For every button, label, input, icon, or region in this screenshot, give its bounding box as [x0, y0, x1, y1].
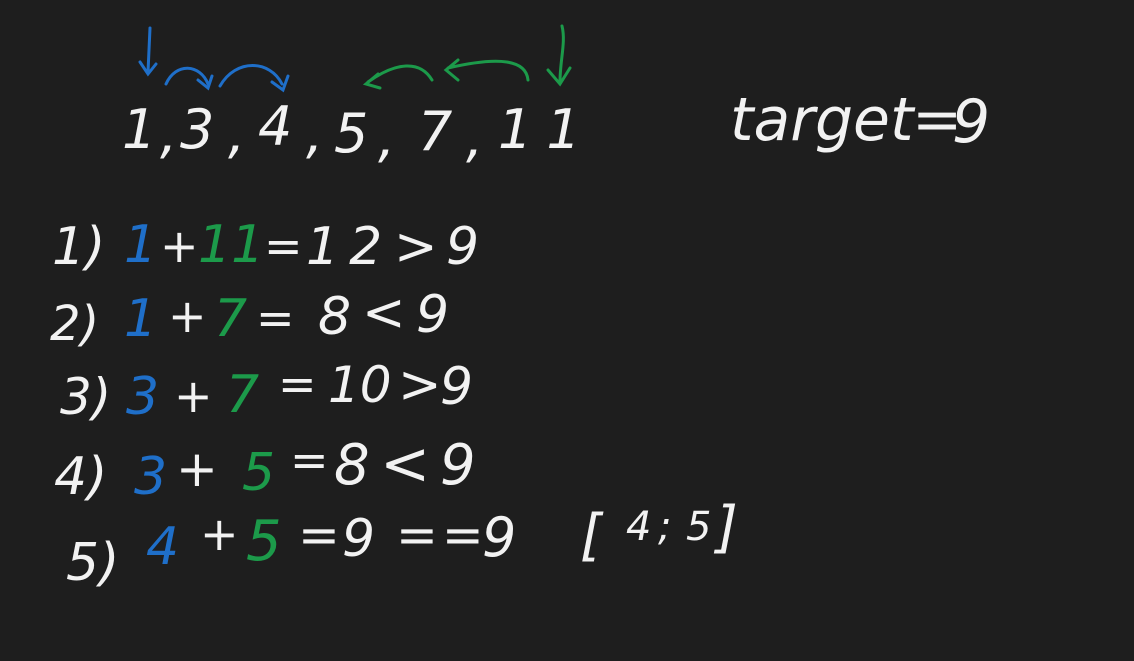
array-item-3: 4: [258, 95, 292, 158]
plus-sign: +: [174, 369, 213, 423]
plus-sign: +: [168, 289, 207, 343]
array-comma: ,: [306, 102, 323, 165]
equals-sign: =: [278, 357, 317, 411]
target-value: 9: [952, 87, 990, 157]
target-value: 9: [440, 433, 476, 498]
sum-value: 8: [334, 433, 370, 498]
left-pointer-down-arrow: [138, 26, 158, 77]
left-pointer-move-arrow-1: [164, 66, 214, 91]
left-pointer-arrows: [138, 26, 290, 93]
sum-value: 12: [306, 217, 392, 277]
right-pointer-down-arrow: [546, 24, 572, 87]
target-value: 9: [446, 217, 479, 277]
array-comma: ,: [228, 102, 245, 165]
array-item-1: 1: [122, 98, 156, 161]
step-3: 3) 3 + 7 = 10 > 9: [60, 355, 473, 427]
answer-open-bracket: [: [580, 503, 604, 568]
plus-sign: +: [176, 440, 218, 498]
array-comma: ,: [466, 106, 483, 169]
array-comma: ,: [160, 102, 177, 165]
target-label: target = 9: [730, 85, 990, 157]
comparison-sign: ==: [396, 506, 488, 564]
array-item-4: 5: [334, 102, 368, 165]
right-pointer-move-arrow-2: [362, 64, 434, 90]
right-operand: 5: [246, 509, 282, 574]
array-item-6: 11: [498, 98, 595, 161]
answer-separator: ;: [658, 504, 671, 550]
step-2: 2) 1 + 7 = 8 < 9: [50, 283, 449, 352]
step-4: 4) 3 + 5 = 8 < 9: [54, 429, 476, 507]
target-word: target: [730, 85, 916, 155]
target-value: 9: [416, 285, 449, 345]
left-operand: 3: [126, 367, 159, 427]
answer-close-bracket: ]: [713, 495, 738, 560]
equals-sign: =: [264, 219, 303, 273]
left-operand: 3: [134, 447, 167, 507]
sum-value: 8: [318, 287, 351, 347]
array-item-5: 7: [418, 100, 452, 163]
plus-sign: +: [160, 219, 199, 273]
target-value: 9: [482, 506, 516, 569]
equals-sign: =: [256, 291, 295, 345]
comparison-sign: >: [398, 355, 442, 415]
answer-first-index: 4: [626, 504, 651, 550]
whiteboard-canvas: 1 , 3 , 4 , 5 , 7 , 11 target = 9 1) 1 +…: [50, 24, 990, 593]
right-operand: 5: [242, 443, 275, 503]
step-number: 1): [52, 217, 105, 277]
comparison-sign: <: [362, 283, 406, 343]
answer-pair: [ 4 ; 5 ]: [580, 495, 738, 568]
comparison-sign: <: [380, 429, 430, 499]
left-operand: 1: [124, 289, 157, 349]
sum-value: 9: [342, 509, 375, 569]
right-operand: 7: [226, 365, 259, 425]
right-pointer-move-arrow-1: [443, 58, 530, 82]
left-operand: 1: [124, 215, 157, 275]
right-operand: 7: [214, 289, 247, 349]
comparison-sign: >: [394, 217, 438, 277]
answer-second-index: 5: [686, 504, 711, 550]
step-number: 5): [66, 533, 119, 593]
sum-value: 10: [328, 356, 392, 414]
target-value: 9: [440, 357, 473, 417]
left-operand: 4: [146, 517, 179, 577]
array-comma: ,: [378, 106, 395, 169]
array-item-2: 3: [180, 98, 214, 161]
right-operand: 11: [198, 215, 264, 275]
array-row: 1 , 3 , 4 , 5 , 7 , 11: [122, 95, 595, 169]
step-number: 4): [54, 447, 107, 507]
step-number: 2): [50, 296, 99, 352]
equals-sign: =: [298, 506, 340, 564]
plus-sign: +: [200, 507, 239, 561]
step-number: 3): [60, 368, 111, 426]
step-1: 1) 1 + 11 = 12 > 9: [52, 215, 479, 277]
step-5: 5) 4 + 5 = 9 == 9: [66, 506, 516, 593]
left-pointer-move-arrow-2: [218, 64, 290, 93]
right-pointer-arrows: [362, 24, 572, 90]
equals-sign: =: [290, 433, 329, 487]
